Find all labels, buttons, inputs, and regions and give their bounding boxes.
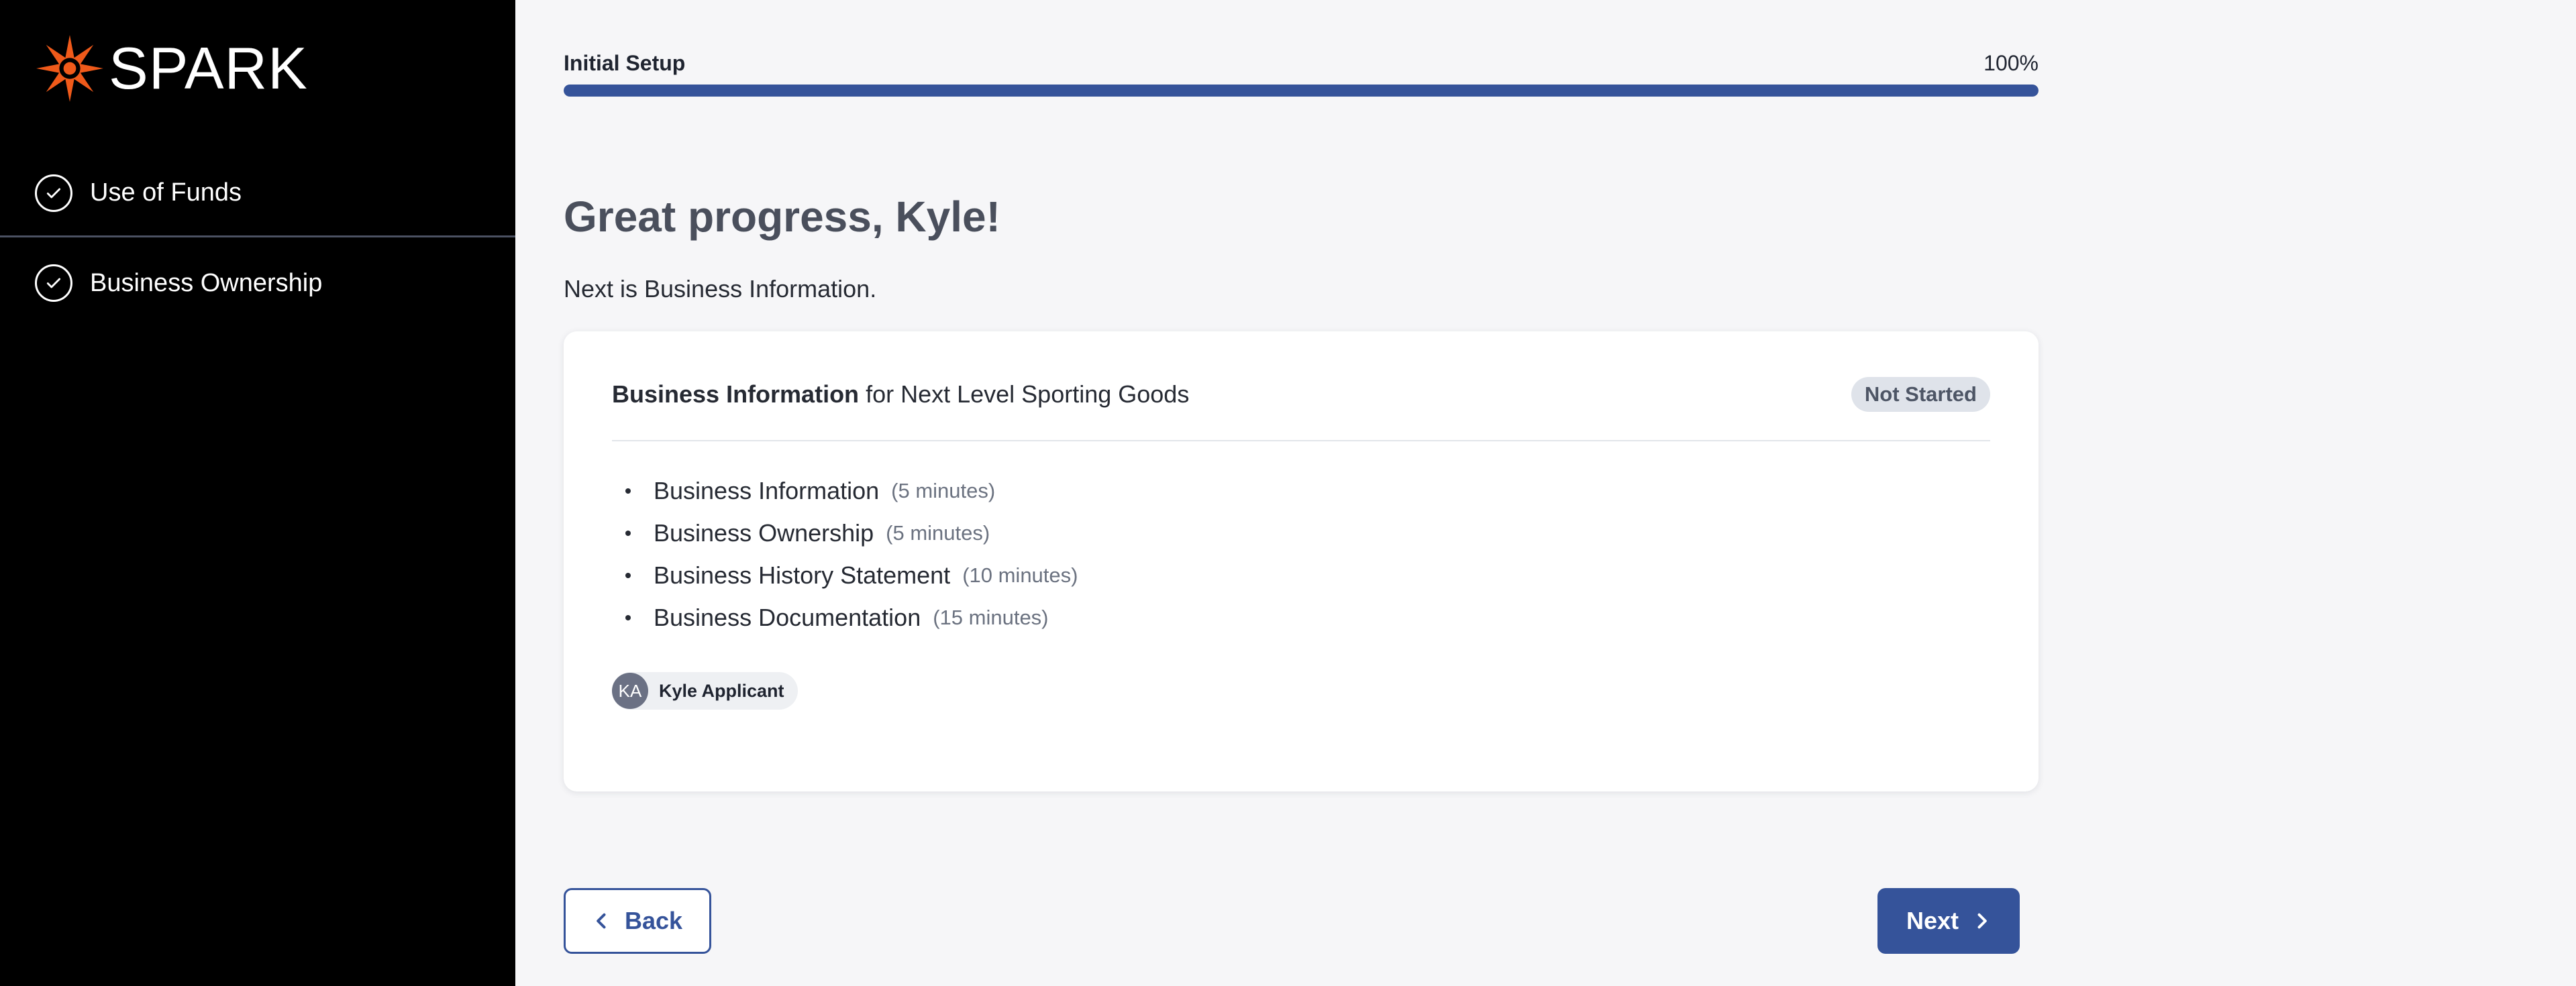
task-list: Business Information (5 minutes) Busines… xyxy=(612,470,1078,639)
business-information-card: Business Information for Next Level Spor… xyxy=(564,331,2039,791)
check-circle-icon xyxy=(35,174,72,212)
status-badge: Not Started xyxy=(1851,377,1990,412)
bullet xyxy=(625,614,631,620)
card-title-section: Business Information xyxy=(612,380,860,408)
back-button[interactable]: Back xyxy=(564,888,711,954)
card-header: Business Information for Next Level Spor… xyxy=(612,376,1990,413)
page-subtitle: Next is Business Information. xyxy=(564,275,877,303)
sidebar: SPARK Use of Funds Business Ownership xyxy=(0,0,515,986)
next-button-label: Next xyxy=(1906,907,1959,934)
avatar: KA xyxy=(612,673,648,709)
sidebar-item-use-of-funds[interactable]: Use of Funds xyxy=(0,150,515,237)
task-duration: (5 minutes) xyxy=(891,478,996,502)
bullet xyxy=(625,530,631,536)
task-name: Business Information xyxy=(654,476,880,504)
sidebar-item-label: Business Ownership xyxy=(90,268,323,297)
brand-name: SPARK xyxy=(109,35,308,101)
progress-bar xyxy=(564,85,2039,97)
next-button[interactable]: Next xyxy=(1877,888,2020,954)
spark-logo[interactable]: SPARK xyxy=(35,34,308,103)
task-name: Business History Statement xyxy=(654,561,951,589)
task-name: Business Documentation xyxy=(654,603,921,631)
card-title-business: for Next Level Sporting Goods xyxy=(859,380,1190,408)
list-item: Business Ownership (5 minutes) xyxy=(612,512,1078,554)
list-item: Business History Statement (10 minutes) xyxy=(612,554,1078,596)
back-button-label: Back xyxy=(624,907,683,934)
progress-label: Initial Setup xyxy=(564,51,686,75)
assignee-name: Kyle Applicant xyxy=(659,680,784,701)
task-duration: (15 minutes) xyxy=(933,605,1049,629)
list-item: Business Documentation (15 minutes) xyxy=(612,596,1078,639)
chevron-right-icon xyxy=(1977,913,1987,929)
divider xyxy=(612,440,1990,441)
task-name: Business Ownership xyxy=(654,518,874,547)
app-root: SPARK Use of Funds Business Ownership In… xyxy=(0,0,2576,986)
assignee-chip: KA Kyle Applicant xyxy=(612,672,798,710)
progress-percent: 100% xyxy=(1983,51,2039,75)
list-item: Business Information (5 minutes) xyxy=(612,470,1078,512)
sidebar-item-business-ownership[interactable]: Business Ownership xyxy=(0,239,515,327)
chevron-left-icon xyxy=(597,913,606,929)
task-duration: (5 minutes) xyxy=(886,521,990,545)
progress-bar-fill xyxy=(564,85,2039,97)
card-title: Business Information for Next Level Spor… xyxy=(612,380,1189,408)
sidebar-item-label: Use of Funds xyxy=(90,178,242,207)
page-title: Great progress, Kyle! xyxy=(564,193,1000,241)
check-circle-icon xyxy=(35,264,72,302)
bullet xyxy=(625,572,631,578)
bullet xyxy=(625,488,631,494)
spark-star-icon xyxy=(36,35,103,102)
task-duration: (10 minutes) xyxy=(962,563,1078,587)
